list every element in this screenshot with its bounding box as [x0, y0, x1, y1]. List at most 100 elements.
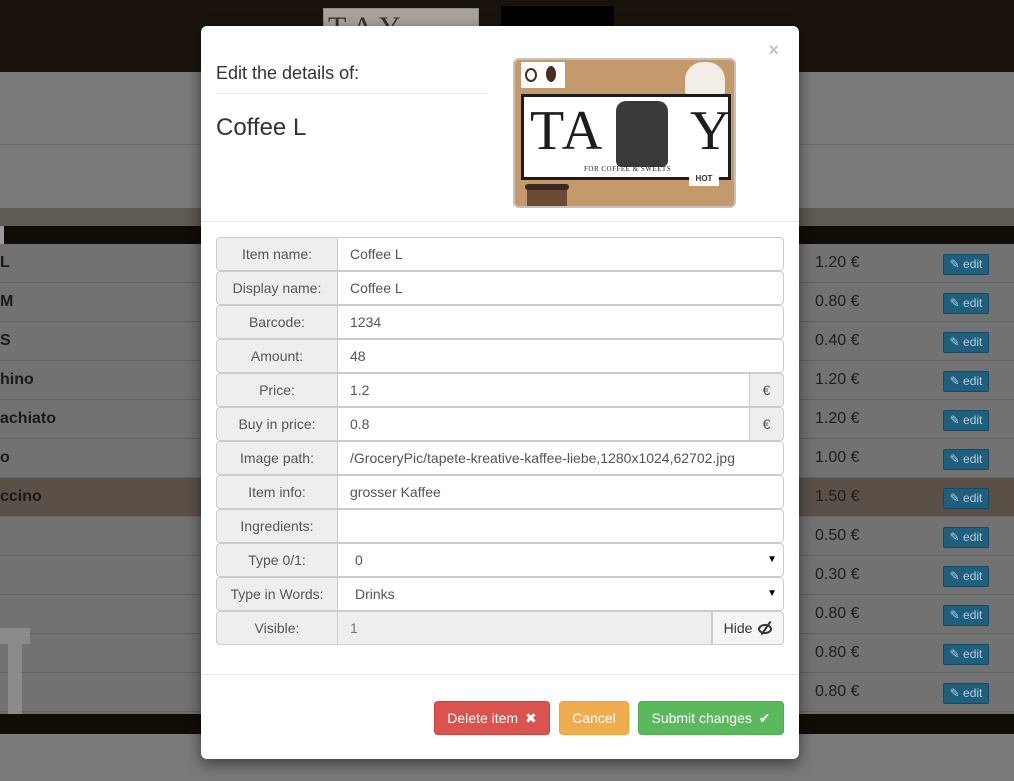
ingredients-label: Ingredients: — [216, 509, 337, 543]
item-title: Coffee L — [216, 114, 307, 141]
background-row-price: 1.20 € — [815, 254, 860, 271]
background-edit-label: edit — [963, 491, 983, 505]
amount-input[interactable]: 48 — [337, 339, 784, 373]
background-row-name: hino — [0, 371, 34, 388]
type-01-value: 0 — [355, 552, 363, 568]
background-row-name: M — [0, 293, 14, 310]
background-edit-button[interactable]: ✎ edit — [943, 566, 989, 587]
item-name-label: Item name: — [216, 237, 337, 271]
hide-button[interactable]: Hide — [712, 611, 784, 645]
field-barcode: Barcode: 1234 — [216, 305, 784, 339]
image-path-label: Image path: — [216, 441, 337, 475]
background-edit-label: edit — [963, 413, 983, 427]
delete-item-button[interactable]: Delete item ✖ — [434, 701, 550, 735]
pencil-icon: ✎ — [949, 686, 964, 700]
type-words-select[interactable]: Drinks ▼ — [337, 577, 784, 611]
background-edit-label: edit — [963, 296, 983, 310]
background-edit-button[interactable]: ✎ edit — [943, 605, 989, 626]
submit-changes-button[interactable]: Submit changes ✔ — [638, 701, 784, 735]
background-edit-button[interactable]: ✎ edit — [943, 449, 989, 470]
background-edit-label: edit — [963, 530, 983, 544]
pencil-icon: ✎ — [949, 335, 964, 349]
field-type-words: Type in Words: Drinks ▼ — [216, 577, 784, 611]
type-words-value: Drinks — [355, 586, 395, 602]
background-row-name: S — [0, 332, 11, 349]
background-row-price: 0.40 € — [815, 332, 860, 349]
type-01-select[interactable]: 0 ▼ — [337, 543, 784, 577]
background-edit-label: edit — [963, 569, 983, 583]
caret-down-icon: ▼ — [767, 554, 777, 565]
item-info-input[interactable]: grosser Kaffee — [337, 475, 784, 509]
pencil-icon: ✎ — [949, 569, 964, 583]
background-edit-button[interactable]: ✎ edit — [943, 527, 989, 548]
field-item-name: Item name: Coffee L — [216, 237, 784, 271]
background-edit-button[interactable]: ✎ edit — [943, 293, 989, 314]
background-edit-button[interactable]: ✎ edit — [943, 488, 989, 509]
background-edit-button[interactable]: ✎ edit — [943, 410, 989, 431]
coffee-mug-graphic — [521, 62, 565, 88]
pencil-icon: ✎ — [949, 296, 964, 310]
price-currency-addon: € — [750, 373, 784, 407]
background-row-price: 0.80 € — [815, 605, 860, 622]
logo-text: TA — [530, 100, 605, 162]
header-divider — [216, 93, 486, 94]
x-icon: ✖ — [524, 710, 537, 726]
pencil-icon: ✎ — [949, 452, 964, 466]
visible-input: 1 — [337, 611, 712, 645]
delete-item-label: Delete item — [447, 710, 519, 726]
background-row-price: 0.30 € — [815, 566, 860, 583]
background-edit-button[interactable]: ✎ edit — [943, 644, 989, 665]
coffee-bag-graphic — [616, 101, 668, 167]
background-edit-label: edit — [963, 257, 983, 271]
background-row-price: 0.80 € — [815, 683, 860, 700]
barcode-label: Barcode: — [216, 305, 337, 339]
pencil-icon: ✎ — [949, 530, 964, 544]
background-edit-button[interactable]: ✎ edit — [943, 332, 989, 353]
display-name-input[interactable]: Coffee L — [337, 271, 784, 305]
pencil-icon: ✎ — [949, 374, 964, 388]
background-edit-label: edit — [963, 335, 983, 349]
buy-in-price-label: Buy in price: — [216, 407, 337, 441]
background-row-price: 0.50 € — [815, 527, 860, 544]
background-edit-label: edit — [963, 686, 983, 700]
display-name-label: Display name: — [216, 271, 337, 305]
background-row-name: o — [0, 449, 10, 466]
modal-header-label: Edit the details of: — [216, 63, 360, 83]
buy-in-price-currency-addon: € — [750, 407, 784, 441]
field-item-info: Item info: grosser Kaffee — [216, 475, 784, 509]
cancel-button[interactable]: Cancel — [559, 701, 629, 735]
type-words-label: Type in Words: — [216, 577, 337, 611]
background-row-name: achiato — [0, 410, 57, 427]
background-edit-button[interactable]: ✎ edit — [943, 254, 989, 275]
background-row-price: 0.80 € — [815, 293, 860, 310]
background-row-price: 1.50 € — [815, 488, 860, 505]
modal-footer: Delete item ✖ Cancel Submit changes ✔ — [201, 674, 799, 759]
field-ingredients: Ingredients: — [216, 509, 784, 543]
eye-slash-icon — [758, 624, 773, 634]
background-edit-button[interactable]: ✎ edit — [943, 371, 989, 392]
close-icon[interactable]: × — [768, 40, 779, 61]
field-display-name: Display name: Coffee L — [216, 271, 784, 305]
field-image-path: Image path: /GroceryPic/tapete-kreative-… — [216, 441, 784, 475]
submit-changes-label: Submit changes — [651, 710, 752, 726]
item-image: TA Y FOR COFFEE & SWEETS HOT — [513, 58, 736, 208]
visible-label: Visible: — [216, 611, 337, 645]
logo-banner: TA Y FOR COFFEE & SWEETS — [521, 94, 731, 180]
buy-in-price-input[interactable]: 0.8 — [337, 407, 750, 441]
background-edit-label: edit — [963, 647, 983, 661]
price-label: Price: — [216, 373, 337, 407]
price-input[interactable]: 1.2 — [337, 373, 750, 407]
background-row-price: 1.20 € — [815, 410, 860, 427]
background-edit-label: edit — [963, 608, 983, 622]
background-row-name: L — [0, 254, 10, 271]
pencil-icon: ✎ — [949, 647, 964, 661]
ingredients-input[interactable] — [337, 509, 784, 543]
field-type-01: Type 0/1: 0 ▼ — [216, 543, 784, 577]
item-name-input[interactable]: Coffee L — [337, 237, 784, 271]
hide-button-label: Hide — [723, 620, 753, 636]
barcode-input[interactable]: 1234 — [337, 305, 784, 339]
background-row-price: 1.20 € — [815, 371, 860, 388]
image-path-input[interactable]: /GroceryPic/tapete-kreative-kaffee-liebe… — [337, 441, 784, 475]
background-edit-button[interactable]: ✎ edit — [943, 683, 989, 704]
field-visible: Visible: 1 Hide — [216, 611, 784, 645]
